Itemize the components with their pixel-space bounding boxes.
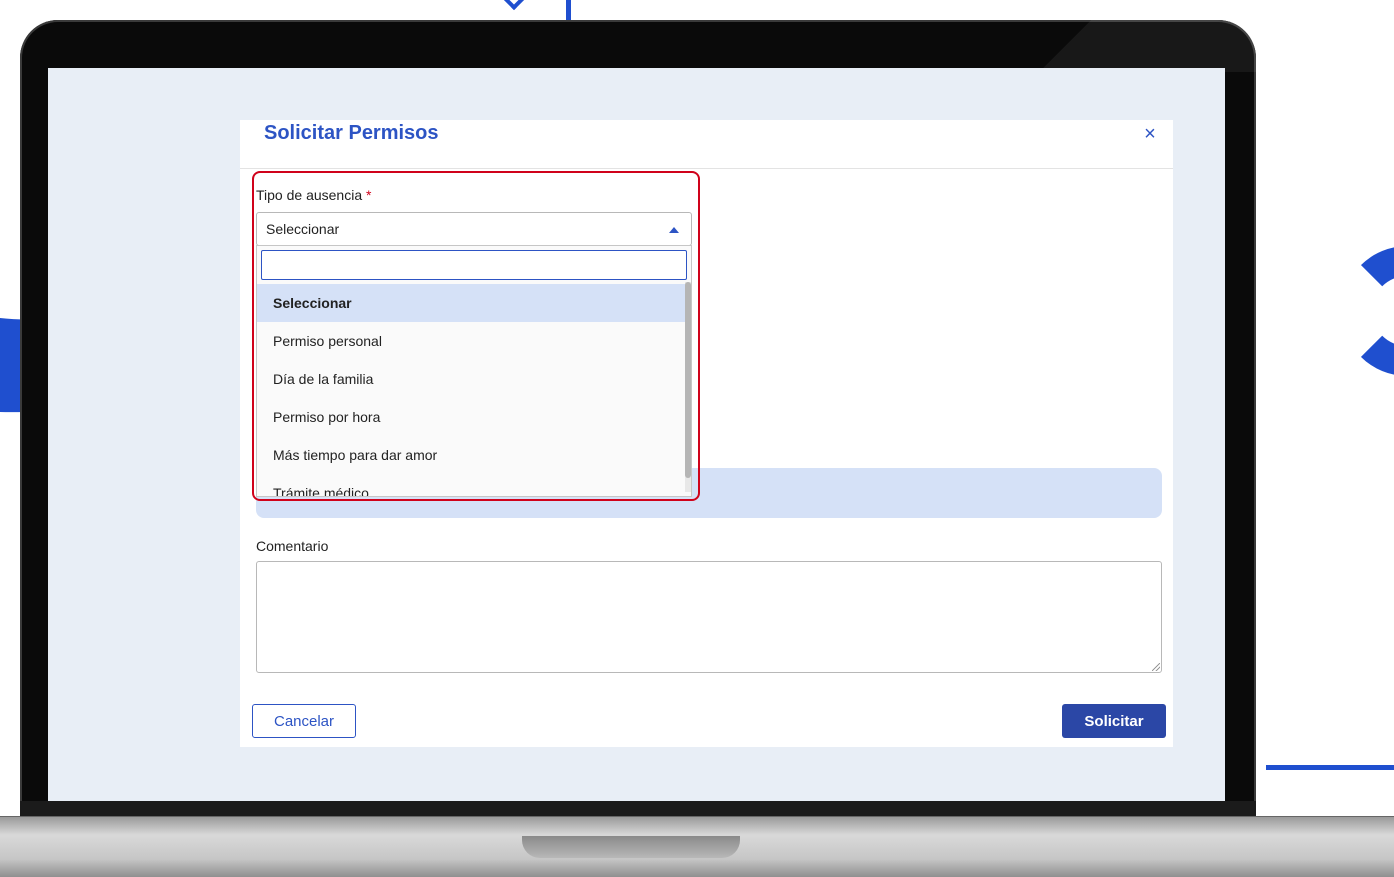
request-permissions-dialog: Solicitar Permisos × Tipo de ausencia * … (240, 120, 1173, 747)
dropdown-scrollbar[interactable] (685, 282, 691, 492)
option-list: Seleccionar Permiso personal Día de la f… (257, 284, 685, 496)
option-dia-de-la-familia[interactable]: Día de la familia (257, 360, 685, 398)
option-permiso-por-hora[interactable]: Permiso por hora (257, 398, 685, 436)
absence-type-dropdown: Seleccionar Permiso personal Día de la f… (256, 245, 692, 497)
caret-up-icon (669, 227, 679, 233)
required-marker: * (366, 187, 372, 203)
comment-textarea[interactable] (256, 561, 1162, 673)
laptop-screen: Solicitar Permisos × Tipo de ausencia * … (48, 68, 1225, 801)
lid-glare (1030, 20, 1256, 72)
option-seleccionar[interactable]: Seleccionar (257, 284, 685, 322)
absence-type-label: Tipo de ausencia * (256, 187, 371, 203)
decorative-line-top (566, 0, 571, 22)
dialog-header: Solicitar Permisos × (240, 120, 1173, 169)
option-tramite-medico[interactable]: Trámite médico (257, 474, 685, 496)
submit-button[interactable]: Solicitar (1062, 704, 1166, 738)
step-number-graphic (1342, 236, 1394, 396)
dropdown-search-input[interactable] (261, 250, 687, 280)
close-icon[interactable]: × (1138, 122, 1162, 146)
resize-handle[interactable] (1152, 663, 1160, 671)
absence-type-label-text: Tipo de ausencia (256, 187, 363, 203)
decorative-chevron-top (499, 0, 529, 11)
absence-type-selected-value: Seleccionar (266, 221, 340, 237)
option-permiso-personal[interactable]: Permiso personal (257, 322, 685, 360)
laptop-notch (522, 836, 740, 858)
dialog-title: Solicitar Permisos (264, 122, 439, 144)
absence-type-select[interactable]: Seleccionar (256, 212, 692, 246)
decorative-line-bottom (1266, 765, 1394, 770)
option-mas-tiempo-para-dar-amor[interactable]: Más tiempo para dar amor (257, 436, 685, 474)
dropdown-scrollbar-thumb[interactable] (685, 282, 691, 478)
comment-label: Comentario (256, 538, 329, 554)
cancel-button[interactable]: Cancelar (252, 704, 356, 738)
